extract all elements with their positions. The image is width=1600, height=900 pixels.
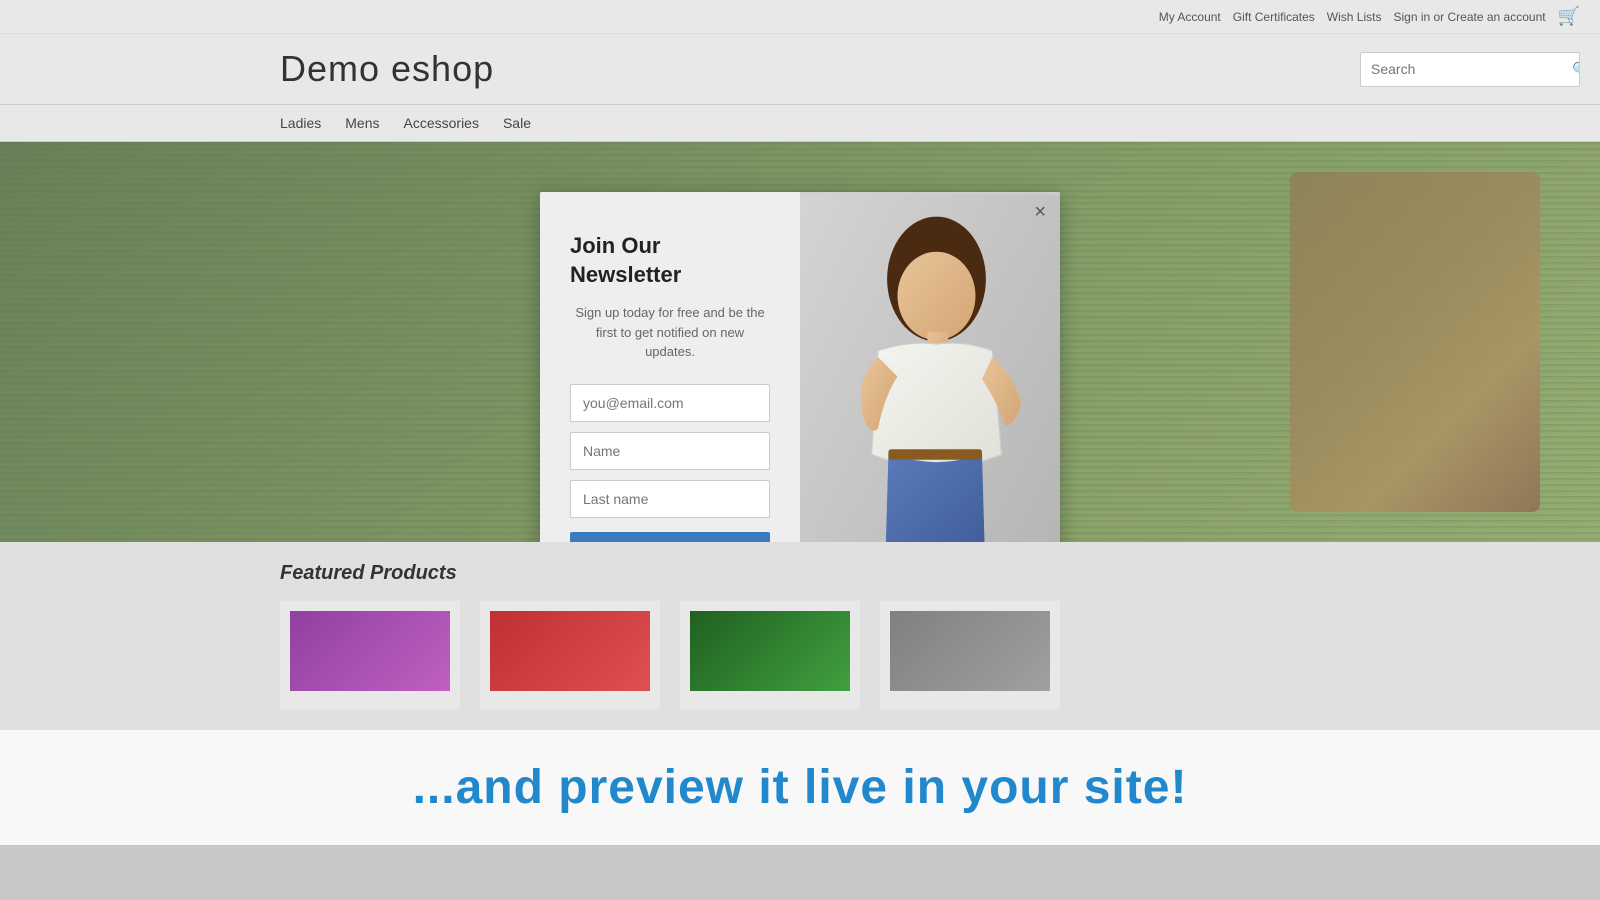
close-button[interactable]: ×	[1034, 202, 1046, 222]
wish-lists-link[interactable]: Wish Lists	[1327, 10, 1382, 24]
nav-mens[interactable]: Mens	[345, 115, 379, 131]
email-input[interactable]	[570, 384, 770, 422]
sign-in-link[interactable]: Sign in or Create an account	[1393, 10, 1545, 24]
nav-ladies[interactable]: Ladies	[280, 115, 321, 131]
product-image	[290, 611, 450, 691]
name-input[interactable]	[570, 432, 770, 470]
product-card[interactable]	[480, 601, 660, 709]
modal-title: Join Our Newsletter	[570, 232, 770, 289]
main-content: Join Our Newsletter Sign up today for fr…	[0, 142, 1600, 729]
product-image	[890, 611, 1050, 691]
modal-image: ×	[800, 192, 1060, 542]
modal-form: Join Our Newsletter Sign up today for fr…	[540, 192, 800, 542]
featured-title: Featured Products	[280, 562, 1580, 585]
product-image	[490, 611, 650, 691]
hero-banner: Join Our Newsletter Sign up today for fr…	[0, 142, 1600, 542]
top-bar: My Account Gift Certificates Wish Lists …	[0, 0, 1600, 34]
site-logo[interactable]: Demo eshop	[280, 48, 494, 90]
lastname-input[interactable]	[570, 480, 770, 518]
subscribe-button[interactable]: Subscribe	[570, 532, 770, 542]
search-input[interactable]	[1361, 53, 1562, 85]
nav-accessories[interactable]: Accessories	[404, 115, 479, 131]
newsletter-modal: Join Our Newsletter Sign up today for fr…	[540, 192, 1060, 542]
search-button[interactable]: 🔍	[1562, 53, 1580, 86]
products-row	[280, 601, 1580, 709]
featured-section: Featured Products	[0, 542, 1600, 729]
cart-icon[interactable]: 🛒	[1558, 6, 1580, 27]
gift-certificates-link[interactable]: Gift Certificates	[1233, 10, 1315, 24]
product-image	[690, 611, 850, 691]
search-bar: 🔍	[1360, 52, 1580, 87]
product-card[interactable]	[680, 601, 860, 709]
my-account-link[interactable]: My Account	[1159, 10, 1221, 24]
product-card[interactable]	[280, 601, 460, 709]
modal-model-image	[800, 192, 1060, 542]
main-nav: Ladies Mens Accessories Sale	[0, 105, 1600, 142]
modal-description: Sign up today for free and be the first …	[570, 303, 770, 362]
header: Demo eshop 🔍	[0, 34, 1600, 105]
product-card[interactable]	[880, 601, 1060, 709]
promo-bar: ...and preview it live in your site!	[0, 729, 1600, 845]
model-svg	[800, 192, 1060, 542]
nav-sale[interactable]: Sale	[503, 115, 531, 131]
promo-text: ...and preview it live in your site!	[20, 760, 1580, 815]
